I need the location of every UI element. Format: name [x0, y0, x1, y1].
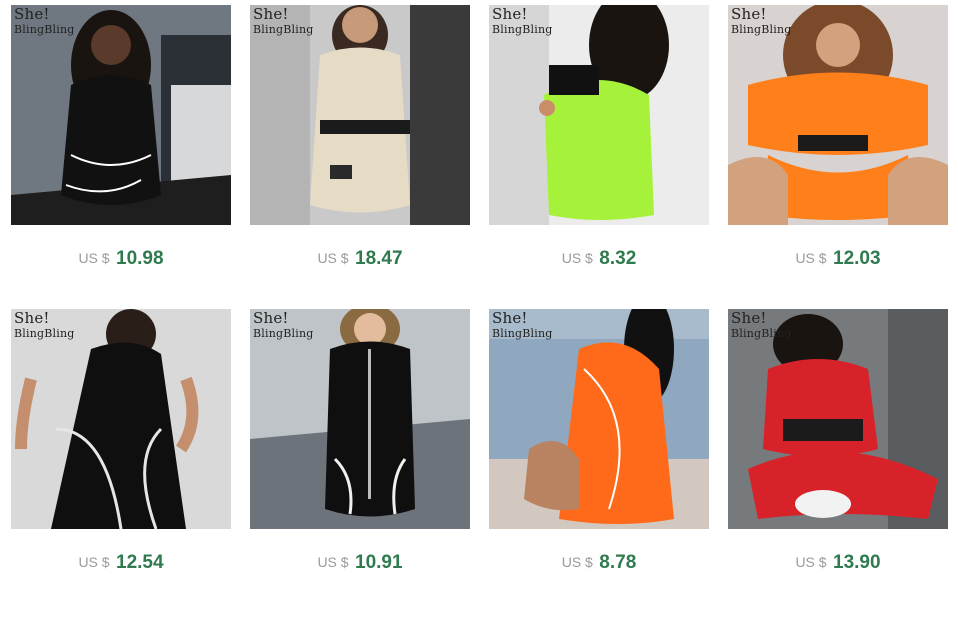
product-image[interactable]: She! BlingBling [728, 309, 948, 529]
product-card[interactable]: She! BlingBling US $ 12.03 [728, 5, 948, 285]
product-card[interactable]: She! BlingBling US $ 8.32 [489, 5, 709, 285]
price-value: 8.78 [599, 552, 637, 573]
price-value: 8.32 [599, 248, 637, 269]
price-value: 12.54 [116, 552, 164, 573]
brand-logo: She! BlingBling [731, 309, 792, 341]
price-value: 10.91 [355, 552, 403, 573]
price-value: 12.03 [833, 248, 881, 269]
product-card[interactable]: She! BlingBling US $ 8.78 [489, 309, 709, 589]
price-label: US $ 12.03 [728, 248, 948, 270]
price-label: US $ 10.91 [250, 552, 470, 574]
product-image[interactable]: She! BlingBling [489, 309, 709, 529]
price-label: US $ 13.90 [728, 552, 948, 574]
currency-label: US $ [795, 554, 827, 570]
product-card[interactable]: She! BlingBling US $ 18.47 [250, 5, 470, 285]
product-image[interactable]: She! BlingBling [250, 309, 470, 529]
price-label: US $ 10.98 [11, 248, 231, 270]
product-card[interactable]: She! BlingBling US $ 10.91 [250, 309, 470, 589]
price-label: US $ 18.47 [250, 248, 470, 270]
brand-logo: She! BlingBling [14, 309, 75, 341]
product-card[interactable]: She! BlingBling US $ 10.98 [11, 5, 231, 285]
currency-label: US $ [561, 250, 593, 266]
product-image[interactable]: She! BlingBling [489, 5, 709, 225]
brand-logo: She! BlingBling [14, 5, 75, 37]
currency-label: US $ [317, 554, 349, 570]
price-value: 10.98 [116, 248, 164, 269]
product-image[interactable]: She! BlingBling [11, 309, 231, 529]
price-label: US $ 12.54 [11, 552, 231, 574]
brand-logo: She! BlingBling [731, 5, 792, 37]
brand-logo: She! BlingBling [492, 309, 553, 341]
product-image[interactable]: She! BlingBling [11, 5, 231, 225]
currency-label: US $ [317, 250, 349, 266]
product-image[interactable]: She! BlingBling [728, 5, 948, 225]
brand-logo: She! BlingBling [253, 5, 314, 37]
price-label: US $ 8.78 [489, 552, 709, 574]
brand-logo: She! BlingBling [492, 5, 553, 37]
price-value: 18.47 [355, 248, 403, 269]
currency-label: US $ [795, 250, 827, 266]
brand-logo: She! BlingBling [253, 309, 314, 341]
currency-label: US $ [561, 554, 593, 570]
product-image[interactable]: She! BlingBling [250, 5, 470, 225]
currency-label: US $ [78, 554, 110, 570]
currency-label: US $ [78, 250, 110, 266]
product-card[interactable]: She! BlingBling US $ 12.54 [11, 309, 231, 589]
price-value: 13.90 [833, 552, 881, 573]
product-card[interactable]: She! BlingBling US $ 13.90 [728, 309, 948, 589]
price-label: US $ 8.32 [489, 248, 709, 270]
